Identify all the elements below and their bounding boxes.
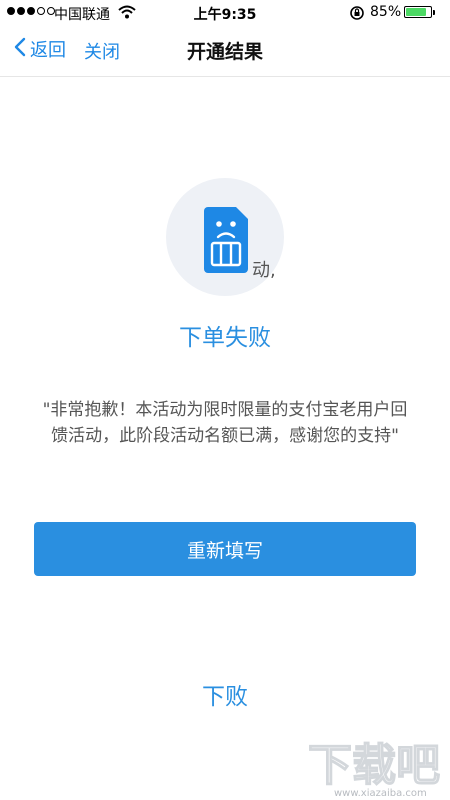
result-title: 下单失败 [179,325,271,351]
app-screen: 中国联通 上午9:35 85% 返回 关闭 开通结果 动, 下单失败 "非常抱歉… [0,0,450,800]
battery-level [406,8,427,16]
svg-text:下载吧: 下载吧 [308,740,440,791]
bottom-status-text: 下败 [202,684,248,710]
watermark-logo: 下载吧 www.xiazaiba.com [306,736,446,800]
nav-bar: 返回 关闭 开通结果 [0,26,450,77]
battery-tip [433,10,435,15]
battery-icon [404,6,432,18]
battery-percent: 85% [370,4,402,20]
result-message: "非常抱歉！本活动为限时限量的支付宝老用户回馈活动，此阶段活动名额已满，感谢您的… [42,400,408,446]
page-title: 开通结果 [186,41,263,63]
sad-sim-card-icon [204,207,248,277]
status-bar: 中国联通 上午9:35 85% [0,0,450,26]
svg-text:www.xiazaiba.com: www.xiazaiba.com [334,788,427,798]
rotation-lock-icon [349,5,365,25]
refill-button[interactable]: 重新填写 [34,522,416,576]
overlapping-text-fragment: 动, [252,260,276,281]
